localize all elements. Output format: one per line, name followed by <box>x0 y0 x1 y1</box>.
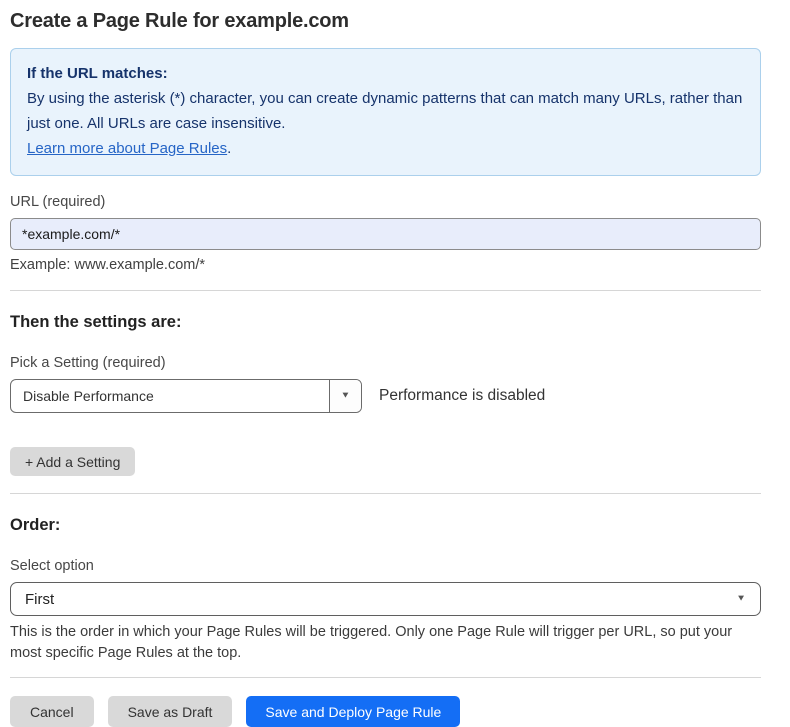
order-select[interactable]: First ▼ <box>10 582 761 616</box>
pick-setting-label: Pick a Setting (required) <box>10 355 761 371</box>
link-period: . <box>227 140 231 157</box>
section-divider <box>10 493 761 494</box>
caret-down-icon: ▼ <box>736 595 746 604</box>
section-divider <box>10 290 761 291</box>
info-box-heading: If the URL matches: <box>27 61 744 86</box>
setting-dropdown[interactable]: Disable Performance ▼ <box>10 379 362 413</box>
info-box-link-line: Learn more about Page Rules. <box>27 136 744 161</box>
settings-section-heading: Then the settings are: <box>10 313 761 332</box>
select-option-label: Select option <box>10 558 761 574</box>
create-page-rule-form: Create a Page Rule for example.com If th… <box>10 0 761 727</box>
url-label: URL (required) <box>10 194 761 210</box>
order-help-text: This is the order in which your Page Rul… <box>10 622 761 664</box>
order-select-value: First <box>25 591 54 608</box>
dropdown-arrow-button[interactable]: ▼ <box>329 380 361 412</box>
info-box-body: By using the asterisk (*) character, you… <box>27 86 744 136</box>
chevron-down-icon: ▼ <box>341 392 351 401</box>
cancel-button[interactable]: Cancel <box>10 696 94 727</box>
setting-dropdown-value: Disable Performance <box>11 380 329 412</box>
setting-status-text: Performance is disabled <box>379 387 545 405</box>
add-setting-button[interactable]: + Add a Setting <box>10 447 135 476</box>
section-divider <box>10 677 761 678</box>
setting-row: Disable Performance ▼ Performance is dis… <box>10 379 761 413</box>
action-buttons-row: Cancel Save as Draft Save and Deploy Pag… <box>10 696 761 727</box>
url-example-text: Example: www.example.com/* <box>10 257 761 273</box>
page-title: Create a Page Rule for example.com <box>10 10 761 33</box>
learn-more-link[interactable]: Learn more about Page Rules <box>27 140 227 157</box>
url-input[interactable] <box>10 218 761 250</box>
url-match-info-box: If the URL matches: By using the asteris… <box>10 48 761 176</box>
save-deploy-button[interactable]: Save and Deploy Page Rule <box>246 696 460 727</box>
save-draft-button[interactable]: Save as Draft <box>108 696 233 727</box>
order-section-heading: Order: <box>10 516 761 535</box>
